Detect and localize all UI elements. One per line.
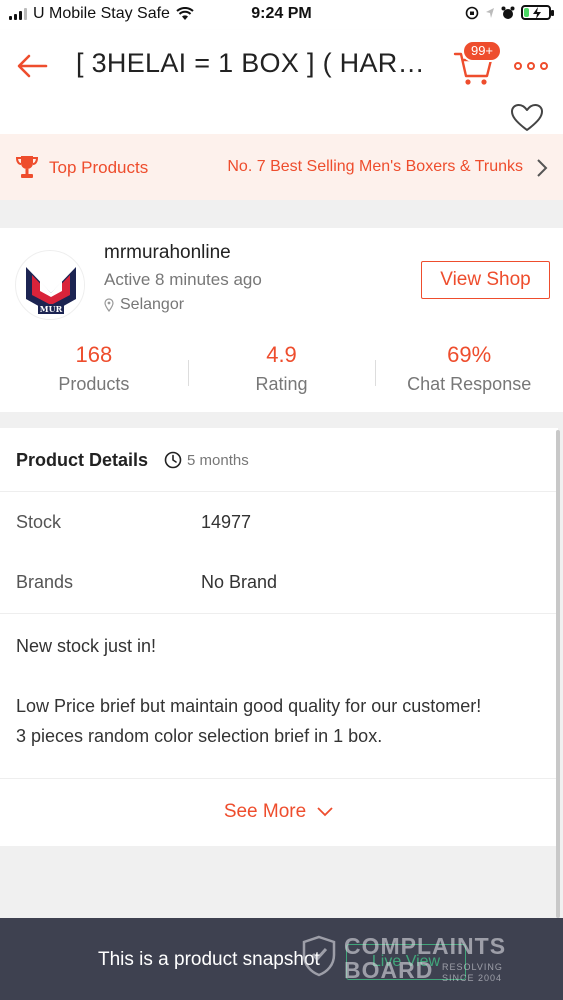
listing-age: 5 months (187, 452, 249, 469)
heart-icon (511, 104, 543, 131)
watermark-tagline: RESOLVING SINCE 2004 (442, 962, 522, 984)
product-title: [ 3HELAI = 1 BOX ] ( HARGA BORONG) Men's… (76, 48, 436, 78)
trophy-icon (16, 156, 38, 178)
watermark-logo: COMPLAINTS BOARD RESOLVING SINCE 2004 (302, 933, 517, 993)
detail-row-brands: Brands No Brand (0, 564, 558, 604)
more-dots-icon (514, 62, 522, 70)
scrollbar[interactable] (556, 430, 560, 918)
stat-value: 69% (447, 342, 492, 367)
shop-location-label: Selangor (120, 296, 185, 313)
location-icon (486, 7, 494, 18)
shop-name[interactable]: mrmurahonline (104, 242, 231, 264)
product-details-section: Product Details 5 months Stock 14977 Bra… (0, 428, 558, 846)
description-line: New stock just in! (16, 636, 157, 656)
clock-icon (164, 451, 182, 469)
detail-value: 14977 (201, 512, 252, 532)
stat-label: Chat Response (407, 374, 532, 394)
detail-value[interactable]: No Brand (201, 572, 277, 593)
more-options-button[interactable] (514, 58, 548, 74)
back-arrow-icon (17, 54, 48, 78)
status-bar: U Mobile Stay Safe 9:24 PM (0, 0, 563, 30)
like-strip (0, 102, 563, 134)
location-pin-icon (104, 298, 114, 312)
like-button[interactable] (510, 103, 546, 137)
stat-products[interactable]: 168 Products (0, 338, 188, 398)
status-right (465, 5, 554, 20)
best-selling-rank: No. 7 Best Selling Men's Boxers & Trunks (227, 158, 523, 175)
view-shop-button[interactable]: View Shop (421, 261, 550, 299)
detail-key: Stock (16, 512, 62, 532)
divider (0, 613, 558, 614)
back-button[interactable] (14, 48, 54, 84)
orientation-lock-icon (465, 6, 479, 19)
stat-chat-response[interactable]: 69% Chat Response (375, 338, 563, 398)
watermark-text: COMPLAINTS (344, 933, 507, 959)
battery-charging-icon (521, 5, 554, 20)
product-details-title: Product Details (16, 450, 149, 470)
product-details-header: Product Details 5 months (0, 428, 558, 492)
see-more-label: See More (223, 801, 307, 822)
shop-active-status: Active 8 minutes ago (104, 270, 262, 289)
stat-label: Products (58, 374, 130, 394)
description-line: Low Price brief but maintain good qualit… (16, 696, 482, 716)
shop-location: Selangor (104, 296, 184, 314)
detail-key: Brands (16, 572, 74, 592)
watermark-tagline-1: RESOLVING (442, 962, 503, 972)
battery-fill (524, 8, 529, 17)
snapshot-text: This is a product snapshot (98, 949, 320, 970)
watermark-text: BOARD (344, 957, 434, 983)
shop-logo[interactable]: MUR (15, 250, 85, 320)
detail-row-stock: Stock 14977 (0, 504, 558, 544)
chevron-down-icon (317, 807, 333, 817)
shield-icon (302, 935, 336, 977)
top-products-label: Top Products (49, 158, 149, 177)
see-more-button[interactable]: See More (0, 778, 558, 846)
snapshot-banner: This is a product snapshot Live View COM… (0, 918, 563, 1000)
stat-value: 168 (75, 342, 113, 367)
stat-rating[interactable]: 4.9 Rating (187, 338, 376, 398)
shop-card: MUR mrmurahonline Active 8 minutes ago S… (0, 228, 563, 412)
shop-logo-text: MUR (40, 304, 63, 314)
shop-stats: 168 Products 4.9 Rating 69% Chat Respons… (0, 338, 563, 398)
stat-value: 4.9 (266, 342, 297, 367)
chevron-right-icon (537, 159, 548, 177)
stat-label: Rating (255, 374, 308, 394)
description-line: 3 pieces random color selection brief in… (16, 726, 383, 746)
top-app-bar: [ 3HELAI = 1 BOX ] ( HARGA BORONG) Men's… (0, 30, 563, 102)
alarm-icon (501, 6, 515, 19)
top-products-banner[interactable]: Top Products No. 7 Best Selling Men's Bo… (0, 134, 563, 200)
cart-badge: 99+ (462, 40, 502, 62)
shop-logo-image: MUR (17, 252, 84, 319)
watermark-tagline-2: SINCE 2004 (442, 973, 503, 983)
